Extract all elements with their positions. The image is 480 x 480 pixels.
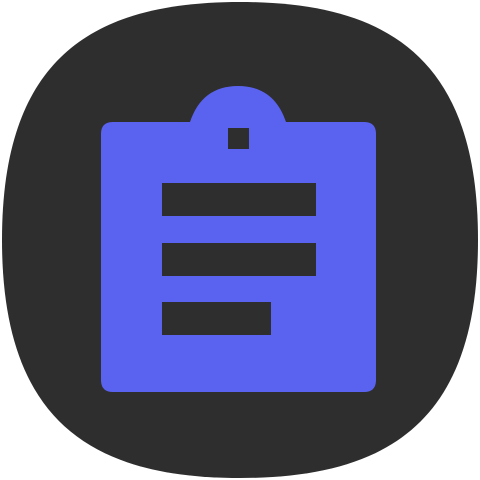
clip-hole [228, 128, 249, 149]
clipboard-icon [101, 86, 376, 392]
text-line [162, 183, 316, 216]
text-line [162, 302, 271, 335]
app-icon[interactable] [0, 0, 480, 480]
text-line [162, 243, 316, 276]
